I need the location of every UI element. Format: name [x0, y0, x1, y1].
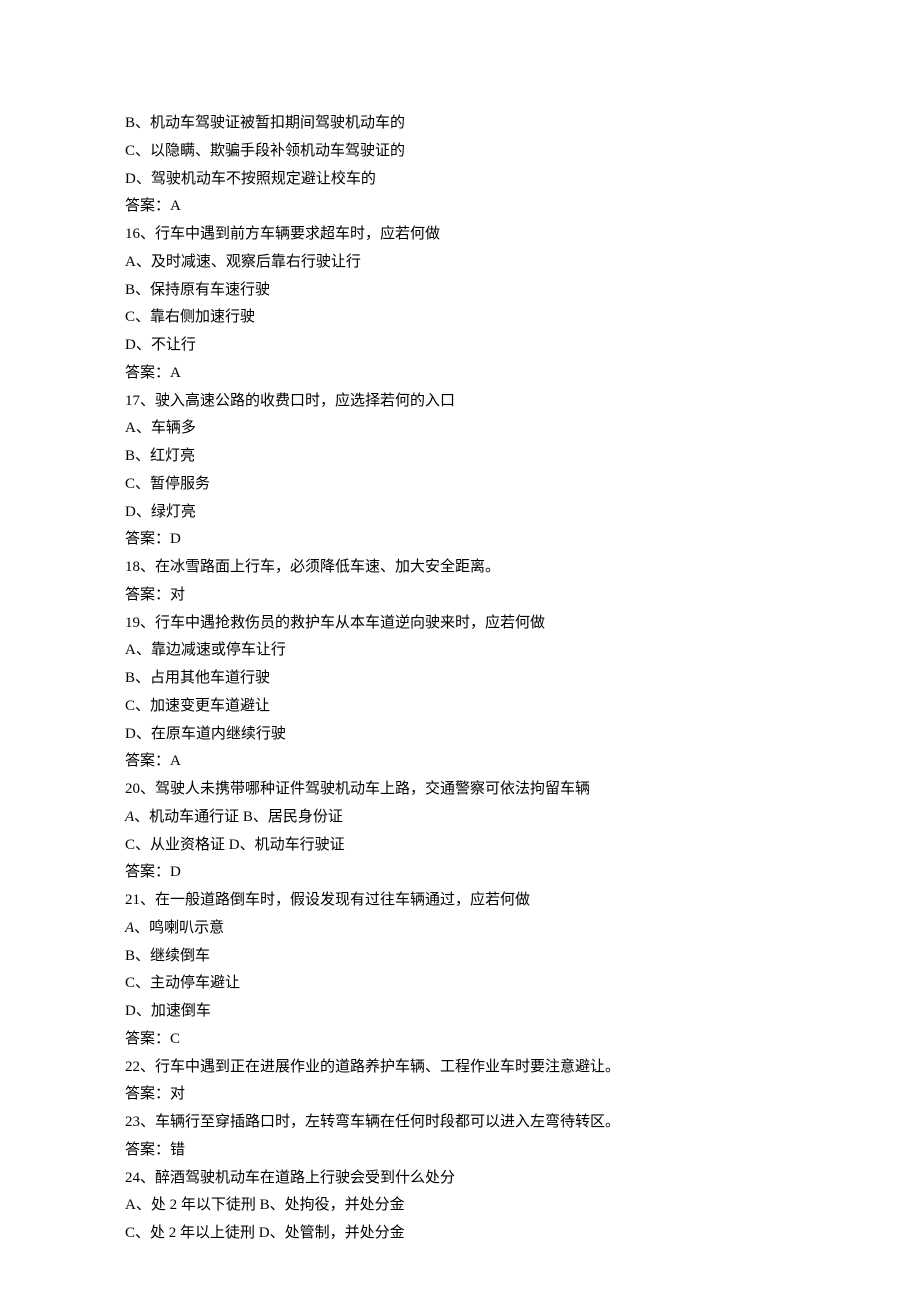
option-text: 、机动车通行证 B、居民身份证 — [134, 809, 343, 825]
text-line: 24、醉酒驾驶机动车在道路上行驶会受到什么处分 — [125, 1165, 795, 1193]
text-line: 16、行车中遇到前方车辆要求超车时，应若何做 — [125, 221, 795, 249]
text-line: 19、行车中遇抢救伤员的救护车从本车道逆向驶来时，应若何做 — [125, 610, 795, 638]
text-line: A、处 2 年以下徒刑 B、处拘役，并处分金 — [125, 1192, 795, 1220]
text-line: 21、在一般道路倒车时，假设发现有过往车辆通过，应若何做 — [125, 887, 795, 915]
text-line: 23、车辆行至穿插路口时，左转弯车辆在任何时段都可以进入左弯待转区。 — [125, 1109, 795, 1137]
text-line: 答案：C — [125, 1026, 795, 1054]
text-line: 答案：对 — [125, 1081, 795, 1109]
text-line: D、绿灯亮 — [125, 499, 795, 527]
text-line: B、红灯亮 — [125, 443, 795, 471]
text-line: 20、驾驶人未携带哪种证件驾驶机动车上路，交通警察可依法拘留车辆 — [125, 776, 795, 804]
document-page: B、机动车驾驶证被暂扣期间驾驶机动车的C、以隐瞒、欺骗手段补领机动车驾驶证的D、… — [0, 0, 920, 1308]
text-line: 22、行车中遇到正在进展作业的道路养护车辆、工程作业车时要注意避让。 — [125, 1054, 795, 1082]
text-line: C、从业资格证 D、机动车行驶证 — [125, 832, 795, 860]
text-line: 18、在冰雪路面上行车，必须降低车速、加大安全距离。 — [125, 554, 795, 582]
text-line: A、鸣喇叭示意 — [125, 915, 795, 943]
text-line: D、加速倒车 — [125, 998, 795, 1026]
text-line: A、及时减速、观察后靠右行驶让行 — [125, 249, 795, 277]
text-line: A、车辆多 — [125, 415, 795, 443]
text-line: D、驾驶机动车不按照规定避让校车的 — [125, 166, 795, 194]
text-line: 答案：A — [125, 748, 795, 776]
text-line: D、不让行 — [125, 332, 795, 360]
text-line: C、以隐瞒、欺骗手段补领机动车驾驶证的 — [125, 138, 795, 166]
text-line: A、靠边减速或停车让行 — [125, 637, 795, 665]
text-line: C、处 2 年以上徒刑 D、处管制，并处分金 — [125, 1220, 795, 1248]
text-line: 答案：错 — [125, 1137, 795, 1165]
text-line: 17、驶入高速公路的收费口时，应选择若何的入口 — [125, 388, 795, 416]
text-line: D、在原车道内继续行驶 — [125, 721, 795, 749]
text-line: A、机动车通行证 B、居民身份证 — [125, 804, 795, 832]
text-line: C、主动停车避让 — [125, 970, 795, 998]
option-letter: A — [125, 809, 134, 825]
option-letter: A — [125, 920, 134, 936]
text-line: C、暂停服务 — [125, 471, 795, 499]
text-line: 答案：D — [125, 859, 795, 887]
text-line: C、靠右侧加速行驶 — [125, 304, 795, 332]
text-line: B、继续倒车 — [125, 943, 795, 971]
text-line: B、占用其他车道行驶 — [125, 665, 795, 693]
text-line: C、加速变更车道避让 — [125, 693, 795, 721]
text-line: B、机动车驾驶证被暂扣期间驾驶机动车的 — [125, 110, 795, 138]
text-line: 答案：对 — [125, 582, 795, 610]
text-line: 答案：D — [125, 526, 795, 554]
option-text: 、鸣喇叭示意 — [134, 920, 224, 936]
text-line: B、保持原有车速行驶 — [125, 277, 795, 305]
text-line: 答案：A — [125, 193, 795, 221]
text-line: 答案：A — [125, 360, 795, 388]
